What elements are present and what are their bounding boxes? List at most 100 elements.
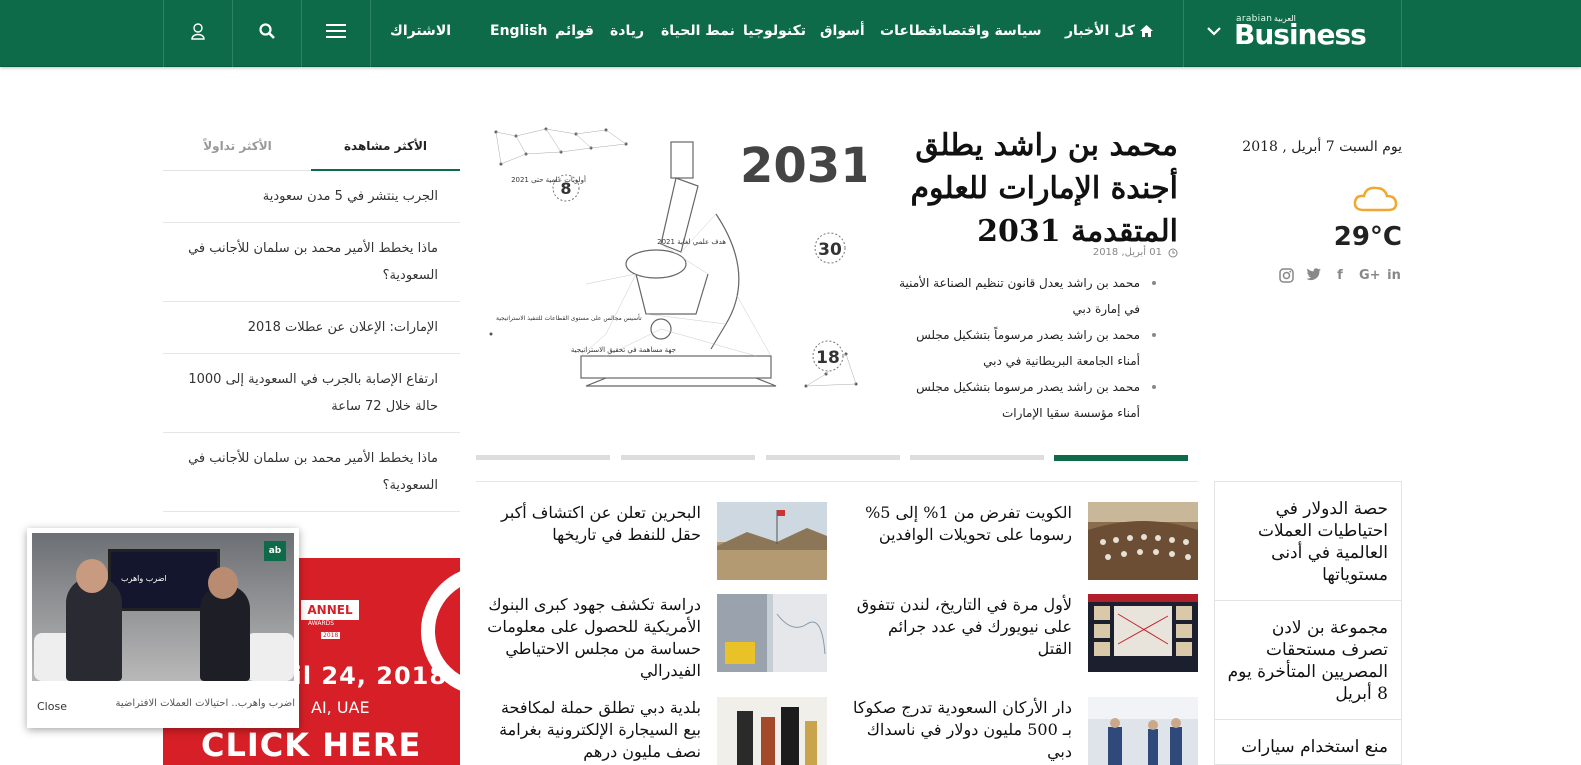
chevron-down-icon[interactable] xyxy=(1200,0,1228,62)
carousel-indicators xyxy=(476,455,1188,461)
weather-widget: 29°C xyxy=(1322,182,1402,252)
list-item[interactable]: محمد بن راشد يصدر مرسوماً بتشكيل مجلس أم… xyxy=(898,322,1158,374)
guest-figure xyxy=(200,585,250,681)
hero-label-contributor: جهة مساهمة في تحقيق الاستراتيجية xyxy=(571,346,676,354)
video-player[interactable]: اضرب واهرب ab xyxy=(32,533,294,681)
home-icon[interactable] xyxy=(1134,0,1158,62)
article-thumbnail xyxy=(1088,594,1198,672)
guest-head xyxy=(208,567,238,599)
most-read-tabs: الأكثر مشاهدة الأكثر تداولاً xyxy=(163,128,460,171)
carousel-dot[interactable] xyxy=(766,455,900,460)
current-date: يوم السبت 7 أبريل , 2018 xyxy=(1242,139,1402,155)
hero-number-18: 18 xyxy=(816,348,840,368)
section-divider xyxy=(476,481,1198,482)
google-plus-icon[interactable]: G+ xyxy=(1359,268,1381,284)
clock-icon xyxy=(1168,248,1178,257)
list-item[interactable]: منع استخدام سيارات xyxy=(1215,720,1401,764)
logo-text: Business xyxy=(1234,18,1367,51)
article-title: البحرين تعلن عن اكتشاف أكبر حقل للنفط في… xyxy=(501,503,701,544)
channel-logo: ab xyxy=(264,541,286,561)
list-item[interactable]: محمد بن راشد يعدل قانون تنظيم الصناعة ال… xyxy=(898,270,1158,322)
list-item[interactable]: الجرب ينتشر في 5 مدن سعودية xyxy=(163,171,460,223)
sidebar-headlines: حصة الدولار في احتياطيات العملات العالمي… xyxy=(1214,481,1402,765)
list-item[interactable]: حصة الدولار في احتياطيات العملات العالمي… xyxy=(1215,482,1401,601)
site-logo[interactable]: arabian العربية Business xyxy=(1234,14,1384,51)
hero-label-priorities: أولويات علمية حتى 2021 xyxy=(511,175,586,184)
presenter-head xyxy=(76,559,108,593)
list-item[interactable]: الإمارات: الإعلان عن عطلات 2018 xyxy=(163,302,460,354)
carousel-dot[interactable] xyxy=(621,455,755,460)
list-item[interactable]: ماذا يخطط الأمير محمد بن سلمان للأجانب ف… xyxy=(163,433,460,512)
cloud-sun-icon xyxy=(1353,186,1398,212)
article-title: دار الأركان السعودية تدرج صكوكا بـ 500 م… xyxy=(853,698,1072,761)
nav-divider xyxy=(370,0,371,67)
ad-place: AI, UAE xyxy=(311,698,370,717)
article-title: لأول مرة في التاريخ، لندن تتفوق على نيوي… xyxy=(856,595,1072,658)
article-thumbnail xyxy=(717,697,827,765)
article-card[interactable]: البحرين تعلن عن اكتشاف أكبر حقل للنفط في… xyxy=(481,502,827,582)
video-popup: اضرب واهرب ab Close اضرب واهرب.. احتيالا… xyxy=(27,528,299,728)
article-thumbnail xyxy=(1088,502,1198,580)
article-title: دراسة تكشف جهود كبرى البنوك الأمريكية لل… xyxy=(487,595,701,680)
search-icon[interactable] xyxy=(232,0,301,62)
article-title: بلدية دبي تطلق حملة لمكافحة بيع السيجارة… xyxy=(499,698,701,761)
nav-item-entrepreneurship[interactable]: ريادة xyxy=(610,0,644,62)
carousel-dot[interactable] xyxy=(910,455,1044,460)
chair-shape xyxy=(246,633,294,681)
close-button[interactable]: Close xyxy=(37,700,67,713)
article-card[interactable]: دراسة تكشف جهود كبرى البنوك الأمريكية لل… xyxy=(481,594,827,686)
studio-screen-text: اضرب واهرب xyxy=(121,574,167,583)
hero-date: 01 أبريل, 2018 xyxy=(1093,247,1178,258)
nav-divider xyxy=(1401,0,1402,67)
hero-date-text: 01 أبريل, 2018 xyxy=(1092,247,1162,258)
social-links: in G+ f xyxy=(1278,268,1402,284)
article-card[interactable]: لأول مرة في التاريخ، لندن تتفوق على نيوي… xyxy=(852,594,1198,674)
top-navbar: arabian العربية Business كل الأخبار سياس… xyxy=(0,0,1581,67)
nav-item-lists[interactable]: قوائم xyxy=(555,0,594,62)
nav-item-all-news[interactable]: كل الأخبار xyxy=(1065,0,1135,62)
temperature: 29°C xyxy=(1333,222,1402,252)
tab-most-traded[interactable]: الأكثر تداولاً xyxy=(163,128,312,171)
tab-most-watched[interactable]: الأكثر مشاهدة xyxy=(311,128,460,171)
ad-year: 2018 xyxy=(321,632,341,639)
article-thumbnail xyxy=(717,594,827,672)
list-item[interactable]: ماذا يخطط الأمير محمد بن سلمان للأجانب ف… xyxy=(163,223,460,302)
article-card[interactable]: دار الأركان السعودية تدرج صكوكا بـ 500 م… xyxy=(852,697,1198,765)
ad-badge: ANNEL xyxy=(301,600,359,620)
article-card[interactable]: بلدية دبي تطلق حملة لمكافحة بيع السيجارة… xyxy=(481,697,827,765)
nav-divider xyxy=(1183,0,1184,67)
subscribe-link[interactable]: الاشتراك xyxy=(390,0,451,62)
hero-number-30: 30 xyxy=(818,240,842,260)
hero-label-councils: تأسيس مجالس على مستوى القطاعات للتنفيذ ا… xyxy=(496,313,642,322)
most-watched-list: الجرب ينتشر في 5 مدن سعودية ماذا يخطط ال… xyxy=(163,171,460,512)
ad-cta: CLICK HERE xyxy=(201,726,422,764)
linkedin-icon[interactable]: in xyxy=(1386,268,1402,284)
nav-item-politics-economy[interactable]: سياسة واقتصاد xyxy=(935,0,1042,62)
video-caption: اضرب واهرب.. احتيالات العملات الافتراضية xyxy=(115,698,295,709)
hero-label-target: هدف علمي لغاية 2021 xyxy=(657,238,726,246)
list-item[interactable]: مجموعة بن لادن تصرف مستحقات المصريين الم… xyxy=(1215,601,1401,720)
hero-headline[interactable]: محمد بن راشد يطلق أجندة الإمارات للعلوم … xyxy=(908,124,1178,253)
hero-image-year: 2031 xyxy=(740,138,866,194)
article-title: الكويت تفرض من 1% إلى 5% رسوما على تحويل… xyxy=(865,503,1072,544)
nav-item-technology[interactable]: تكنولوجيا xyxy=(743,0,806,62)
carousel-dot[interactable] xyxy=(476,455,610,460)
carousel-dot-active[interactable] xyxy=(1054,455,1188,461)
nav-item-markets[interactable]: أسواق xyxy=(820,0,865,62)
list-item[interactable]: ارتفاع الإصابة بالجرب في السعودية إلى 10… xyxy=(163,354,460,433)
ad-badge-sub: AWARDS xyxy=(308,620,335,627)
article-card[interactable]: الكويت تفرض من 1% إلى 5% رسوما على تحويل… xyxy=(852,502,1198,582)
hero-image[interactable]: 8 30 18 أولويات علمية حتى 2021 هدف علمي … xyxy=(486,124,866,394)
menu-icon[interactable] xyxy=(301,0,370,62)
article-thumbnail xyxy=(1088,697,1198,765)
twitter-icon[interactable] xyxy=(1305,268,1321,284)
nav-item-sectors[interactable]: قطاعات xyxy=(880,0,937,62)
article-thumbnail xyxy=(717,502,827,580)
nav-item-lifestyle[interactable]: نمط الحياة xyxy=(661,0,735,62)
instagram-icon[interactable] xyxy=(1278,268,1294,284)
list-item[interactable]: محمد بن راشد يصدر مرسوما بتشكيل مجلس أمن… xyxy=(898,374,1158,426)
user-icon[interactable] xyxy=(163,0,232,62)
hero-related-list: محمد بن راشد يعدل قانون تنظيم الصناعة ال… xyxy=(898,270,1158,426)
facebook-icon[interactable]: f xyxy=(1332,268,1348,284)
nav-item-english[interactable]: English xyxy=(490,0,547,62)
